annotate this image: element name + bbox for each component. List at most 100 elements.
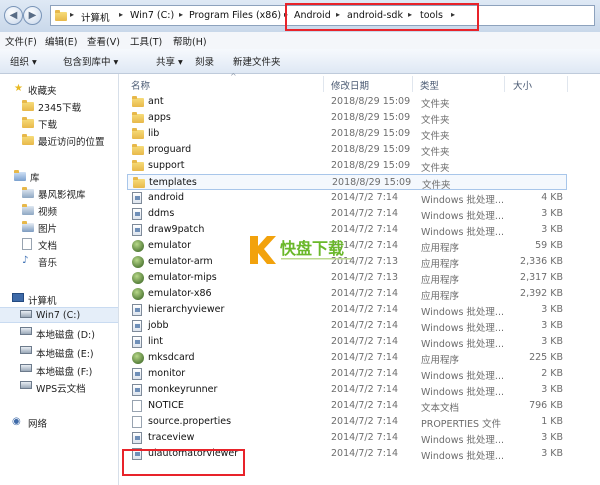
column-type-header[interactable]: 类型 [420,78,439,92]
file-row[interactable]: ant 2018/8/29 15:09 文件夹 [127,94,567,110]
folder-icon [132,96,144,107]
file-row[interactable]: lib 2018/8/29 15:09 文件夹 [127,126,567,142]
file-type: Windows 批处理... [421,371,504,382]
nav-computer[interactable]: 计算机 [0,291,118,307]
breadcrumb-separator-icon[interactable]: ▸ [119,10,123,19]
file-row[interactable]: mksdcard 2014/7/2 7:14 应用程序 225 KB [127,350,567,366]
nav-label: 本地磁盘 (D:) [36,330,95,341]
file-row[interactable]: ddms 2014/7/2 7:14 Windows 批处理... 3 KB [127,206,567,222]
watermark-logo-graphic: 快盘下载 [250,236,351,264]
nav-wps-cloud[interactable]: WPS云文档 [0,379,118,395]
file-size: 3 KB [541,224,563,235]
file-row[interactable]: source.properties 2014/7/2 7:14 PROPERTIES… [127,414,567,430]
file-name: hierarchyviewer [148,304,225,315]
file-row[interactable]: lint 2014/7/2 7:14 Windows 批处理... 3 KB [127,334,567,350]
file-row[interactable]: templates 2018/8/29 15:09 文件夹 [127,174,567,191]
menu-tools[interactable]: 工具(T) [130,34,162,48]
file-size: 2,336 KB [520,256,563,267]
column-divider[interactable] [412,76,413,92]
column-divider[interactable] [504,76,505,92]
column-name-header[interactable]: 名称 [131,78,150,92]
file-name: emulator [148,240,192,251]
file-name: source.properties [148,416,232,427]
file-date: 2014/7/2 7:14 [331,336,399,347]
file-size: 3 KB [541,384,563,395]
breadcrumb-separator-icon[interactable]: ▸ [179,10,183,19]
nav-drive-e[interactable]: 本地磁盘 (E:) [0,344,118,360]
file-date: 2014/7/2 7:14 [331,304,399,315]
file-row[interactable]: traceview 2014/7/2 7:14 Windows 批处理... 3 KB [127,430,567,446]
include-in-library-button[interactable]: 包含到库中 ▾ [63,54,118,68]
nav-drive-d[interactable]: 本地磁盘 (D:) [0,325,118,341]
file-type: 文件夹 [422,180,451,191]
forward-button[interactable]: ▶ [23,6,42,25]
application-icon [132,256,144,268]
file-type: Windows 批处理... [421,323,504,334]
file-date: 2018/8/29 15:09 [331,96,411,107]
nav-fav-downloads[interactable]: 下载 [0,115,118,131]
menu-help[interactable]: 帮助(H) [173,34,207,48]
folder-icon [22,117,34,128]
organize-button[interactable]: 组织 ▾ [10,54,37,68]
document-icon [132,416,142,428]
file-row[interactable]: apps 2018/8/29 15:09 文件夹 [127,110,567,126]
file-date: 2018/8/29 15:09 [331,112,411,123]
folder-icon [132,144,144,155]
nav-lib-music[interactable]: ♪ 音乐 [0,253,118,269]
file-row[interactable]: monitor 2014/7/2 7:14 Windows 批处理... 2 KB [127,366,567,382]
highlight-box-uiautomatorviewer [122,449,245,476]
file-row[interactable]: proguard 2018/8/29 15:09 文件夹 [127,142,567,158]
nav-lib-pictures[interactable]: 图片 [0,219,118,235]
file-row[interactable]: android 2014/7/2 7:14 Windows 批处理... 4 KB [127,190,567,206]
share-button[interactable]: 共享 ▾ [156,54,183,68]
file-type: Windows 批处理... [421,451,504,462]
column-date-header[interactable]: 修改日期 [331,78,369,92]
file-row[interactable]: hierarchyviewer 2014/7/2 7:14 Windows 批处理.… [127,302,567,318]
file-type: Windows 批处理... [421,307,504,318]
file-name: apps [148,112,171,123]
file-row[interactable]: emulator-x86 2014/7/2 7:14 应用程序 2,392 KB [127,286,567,302]
nav-drive-f[interactable]: 本地磁盘 (F:) [0,362,118,378]
nav-label: 音乐 [38,258,58,269]
nav-label: 暴风影视库 [38,190,86,201]
nav-library[interactable]: 库 [0,168,118,184]
computer-icon [12,293,24,302]
menu-edit[interactable]: 编辑(E) [45,34,77,48]
file-row[interactable]: support 2018/8/29 15:09 文件夹 [127,158,567,174]
menu-file[interactable]: 文件(F) [5,34,37,48]
file-row[interactable]: NOTICE 2014/7/2 7:14 文本文档 796 KB [127,398,567,414]
nav-fav-recent[interactable]: 最近访问的位置 [0,132,118,148]
file-row[interactable]: monkeyrunner 2014/7/2 7:14 Windows 批处理... 3… [127,382,567,398]
nav-lib-documents[interactable]: 文档 [0,236,118,252]
nav-lib-baofeng[interactable]: 暴风影视库 [0,185,118,201]
column-divider[interactable] [567,76,568,92]
nav-network[interactable]: ◉ 网络 [0,414,118,430]
file-row[interactable]: jobb 2014/7/2 7:14 Windows 批处理... 3 KB [127,318,567,334]
file-type: 文件夹 [421,163,450,174]
sort-up-icon: ^ [230,72,237,81]
nav-favorites-label: 收藏夹 [28,86,57,97]
back-button[interactable]: ◀ [4,6,23,25]
breadcrumb-drive[interactable]: Win7 (C:) [130,10,174,21]
folder-icon [132,112,144,123]
column-size-header[interactable]: 大小 [513,78,532,92]
file-name: ant [148,96,164,107]
file-name: android [148,192,185,203]
menu-view[interactable]: 查看(V) [87,34,120,48]
file-name: draw9patch [148,224,205,235]
nav-favorites[interactable]: ★ 收藏夹 [0,81,118,97]
breadcrumb-program-files[interactable]: Program Files (x86) [189,10,281,21]
nav-fav-2345[interactable]: 2345下载 [0,98,118,114]
nav-label: 2345下载 [38,103,82,114]
file-row[interactable]: emulator-mips 2014/7/2 7:13 应用程序 2,317 KB [127,270,567,286]
breadcrumb-computer[interactable]: 计算机 [81,10,110,24]
new-folder-button[interactable]: 新建文件夹 [233,54,281,68]
burn-button[interactable]: 刻录 [195,54,214,68]
nav-drive-c[interactable]: Win7 (C:) [0,307,118,323]
column-divider[interactable] [323,76,324,92]
file-name: emulator-mips [148,272,217,283]
application-icon [132,288,144,300]
breadcrumb-separator-icon[interactable]: ▸ [70,10,74,19]
navigation-pane: ★ 收藏夹 2345下载 下载 最近访问的位置 库 暴风影视库 视频 图片 文档… [0,74,119,485]
nav-lib-videos[interactable]: 视频 [0,202,118,218]
